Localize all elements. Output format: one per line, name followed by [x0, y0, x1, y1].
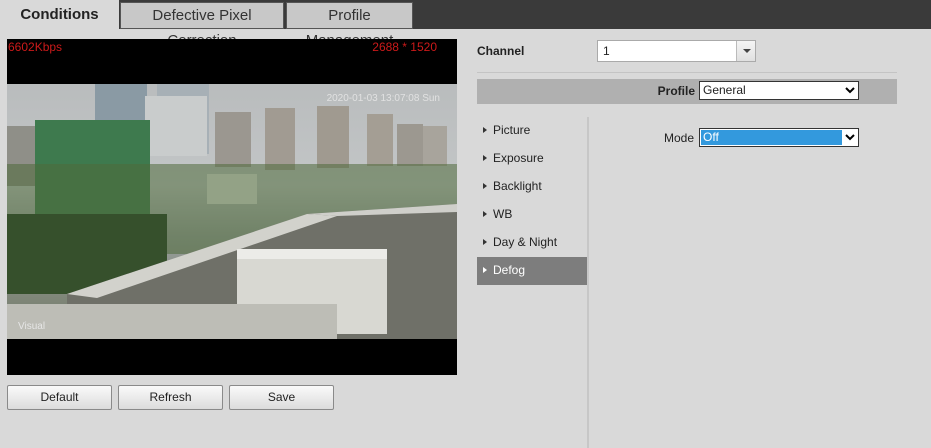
profile-select[interactable]: General: [699, 81, 859, 100]
channel-value: 1: [603, 44, 610, 58]
profile-label: Profile: [657, 84, 695, 98]
menu-item-defog[interactable]: Defog: [477, 257, 587, 285]
menu-item-picture[interactable]: Picture: [477, 117, 587, 145]
tab-conditions[interactable]: Conditions: [0, 0, 119, 29]
resolution-overlay: 2688 * 1520: [372, 40, 437, 54]
tab-defective-pixel-correction[interactable]: Defective Pixel Correction: [120, 2, 284, 49]
menu-item-exposure[interactable]: Exposure: [477, 145, 587, 173]
menu-item-wb[interactable]: WB: [477, 201, 587, 229]
divider-line: [477, 72, 897, 73]
camera-scene-image: [7, 84, 457, 339]
caret-right-icon: [483, 211, 487, 217]
chevron-down-icon: [845, 134, 855, 141]
caret-right-icon: [483, 155, 487, 161]
profile-bar: Profile General: [477, 79, 897, 104]
timestamp-overlay: 2020-01-03 13:07:08 Sun: [326, 93, 440, 104]
refresh-button[interactable]: Refresh: [118, 385, 223, 410]
default-button[interactable]: Default: [7, 385, 112, 410]
channel-label: Channel: [477, 44, 525, 58]
settings-menu: Picture Exposure Backlight WB Day & Nigh…: [477, 117, 587, 285]
bitrate-overlay: 6602Kbps: [8, 40, 63, 54]
caret-right-icon: [483, 127, 487, 133]
mode-value: Off: [701, 130, 842, 145]
live-video-preview: 6602Kbps 2688 * 1520 2020-01-03 13:07:08: [7, 39, 457, 375]
channel-name-overlay: Visual: [18, 321, 46, 332]
chevron-down-icon: [845, 87, 855, 94]
dropdown-arrow-icon[interactable]: [736, 41, 755, 61]
mode-label: Mode: [664, 131, 695, 145]
caret-right-icon: [483, 183, 487, 189]
tab-profile-management[interactable]: Profile Management: [286, 2, 413, 49]
profile-value: General: [703, 83, 746, 97]
menu-item-backlight[interactable]: Backlight: [477, 173, 587, 201]
menu-item-day-night[interactable]: Day & Night: [477, 229, 587, 257]
mode-select[interactable]: Off: [699, 128, 859, 147]
caret-right-icon: [483, 267, 487, 273]
panel-divider: [587, 117, 589, 448]
top-tab-bar: Conditions Defective Pixel Correction Pr…: [0, 0, 931, 49]
channel-select[interactable]: 1: [597, 40, 756, 62]
caret-right-icon: [483, 239, 487, 245]
save-button[interactable]: Save: [229, 385, 334, 410]
